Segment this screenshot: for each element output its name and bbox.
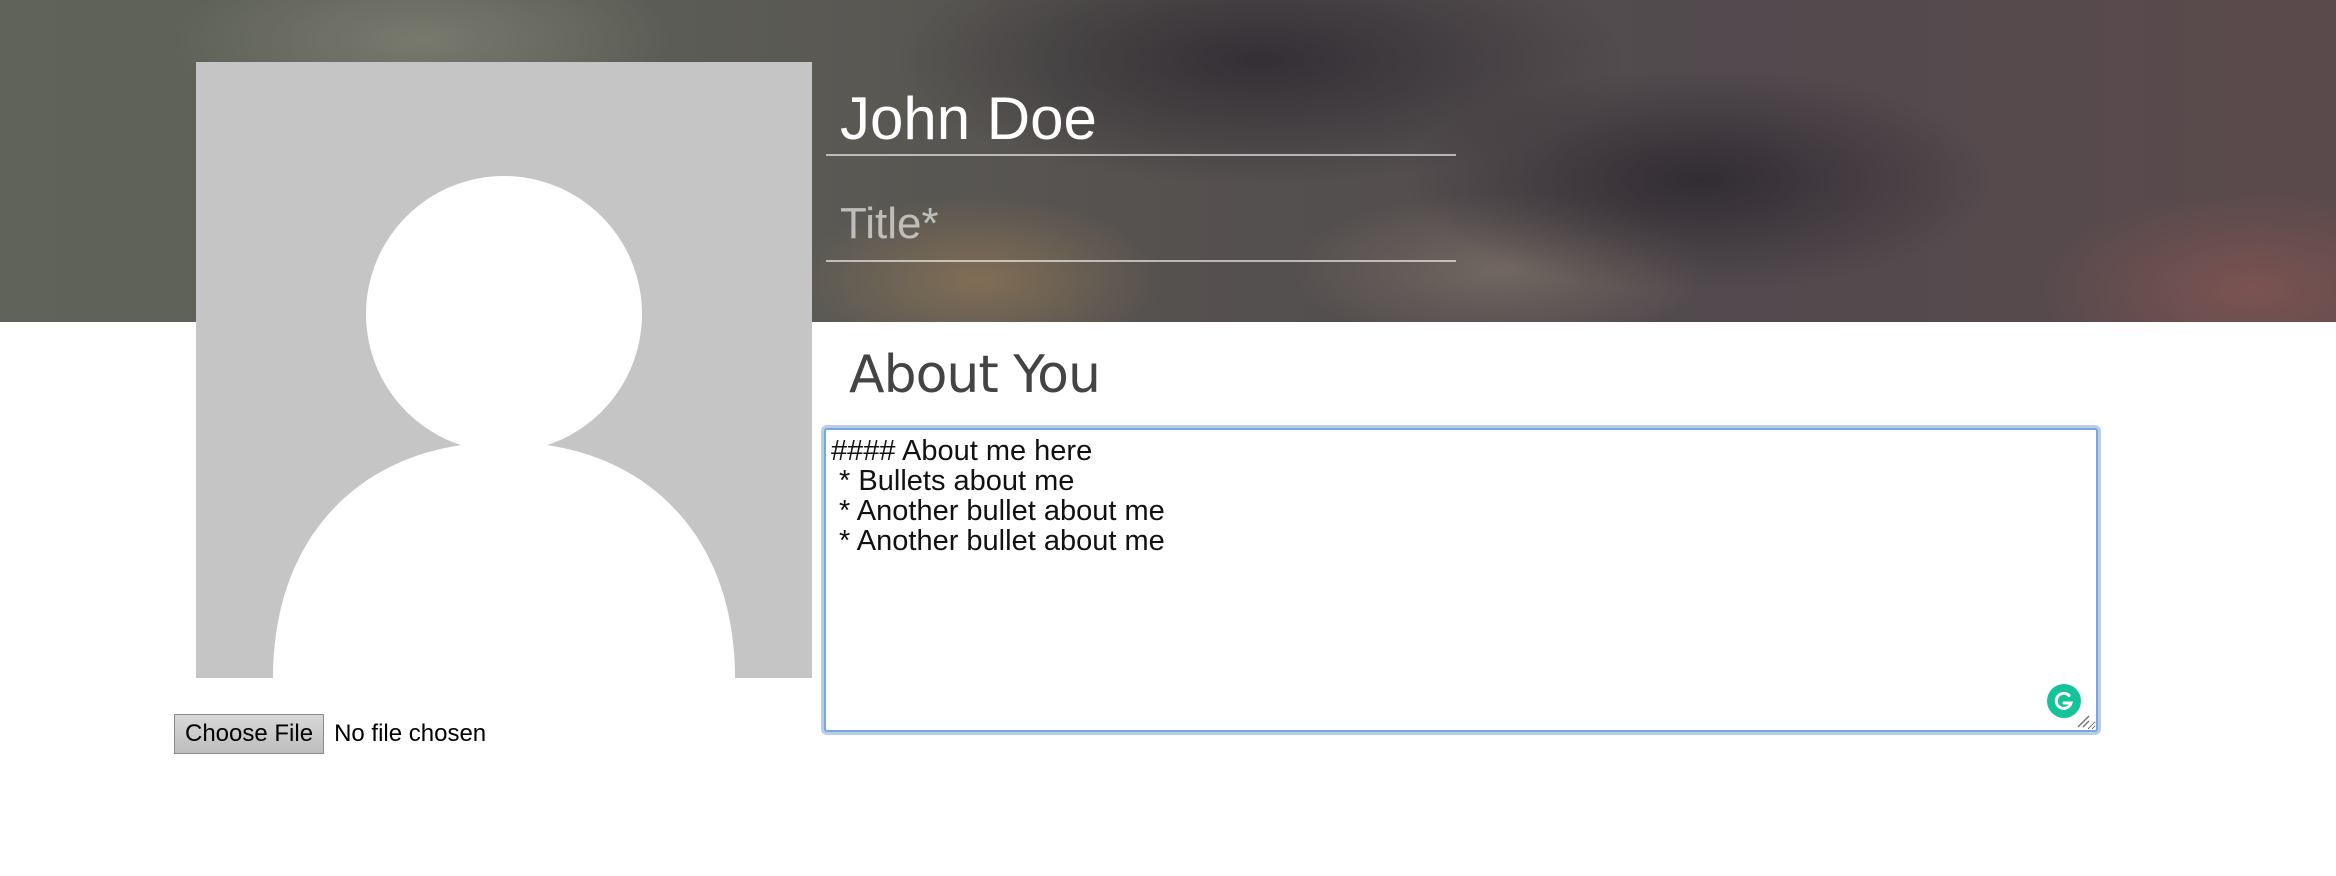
file-upload: Choose File No file chosen — [174, 714, 486, 754]
about-heading: About You — [849, 345, 1101, 405]
avatar-placeholder — [196, 62, 812, 678]
name-input[interactable] — [826, 82, 1456, 156]
title-input[interactable] — [826, 188, 1456, 262]
grammarly-icon[interactable] — [2047, 684, 2081, 718]
file-status: No file chosen — [334, 720, 487, 747]
user-silhouette-icon — [273, 176, 735, 678]
resize-grip-icon[interactable] — [2076, 714, 2090, 728]
about-textarea[interactable]: #### About me here * Bullets about me * … — [824, 428, 2098, 732]
choose-file-button[interactable]: Choose File — [174, 714, 325, 754]
